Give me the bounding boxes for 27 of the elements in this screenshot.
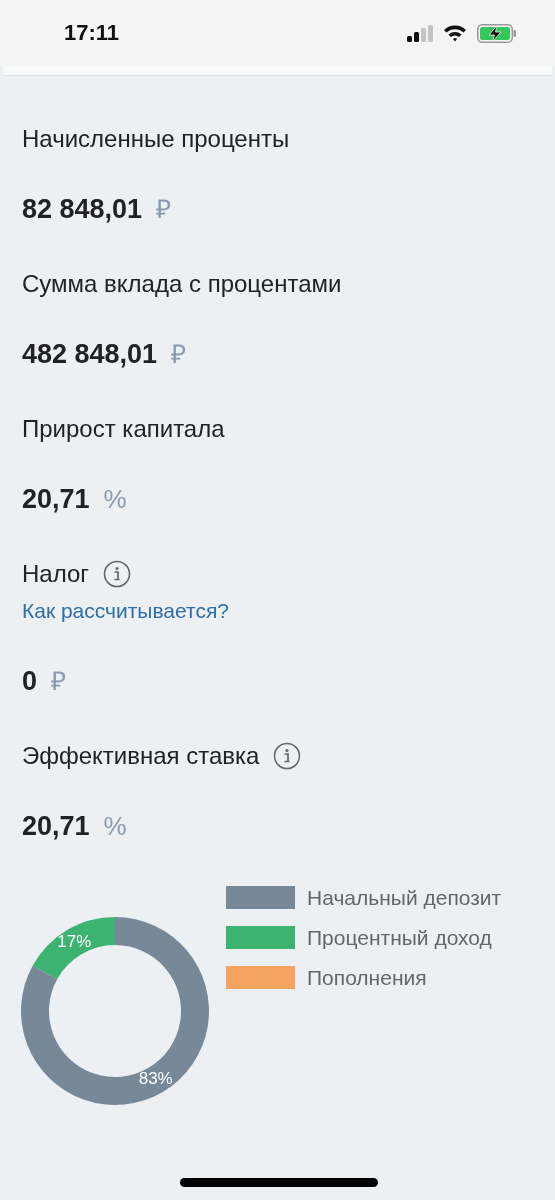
- legend-label: Пополнения: [307, 965, 427, 990]
- result-label: Сумма вклада с процентами: [22, 269, 342, 299]
- unit-symbol: %: [103, 811, 127, 841]
- legend-label: Процентный доход: [307, 925, 492, 950]
- signal-icon: [407, 24, 433, 42]
- unit-symbol: ₽: [51, 666, 67, 696]
- result-label: Начисленные проценты: [22, 124, 290, 154]
- info-icon[interactable]: [273, 742, 302, 770]
- result-value: 82 848,01: [22, 194, 143, 224]
- result-label: Налог: [22, 559, 90, 589]
- result-label: Эффективная ставка: [22, 741, 260, 771]
- unit-symbol: %: [103, 484, 127, 514]
- result-value: 20,71: [22, 484, 90, 514]
- result-value: 482 848,01: [22, 339, 158, 369]
- result-value: 20,71: [22, 811, 90, 841]
- help-link[interactable]: Как рассчитывается?: [22, 596, 229, 626]
- result-value: 0: [22, 666, 38, 696]
- unit-symbol: ₽: [171, 339, 187, 369]
- unit-symbol: ₽: [156, 194, 172, 224]
- slice-label: 17%: [57, 931, 92, 951]
- clock-time: 17:11: [64, 20, 120, 46]
- legend-label: Начальный депозит: [307, 885, 502, 910]
- info-icon[interactable]: [103, 560, 132, 588]
- wifi-icon: [443, 24, 467, 42]
- result-label: Прирост капитала: [22, 414, 225, 444]
- slice-label: 83%: [138, 1069, 173, 1089]
- battery-charging-icon: [477, 23, 517, 43]
